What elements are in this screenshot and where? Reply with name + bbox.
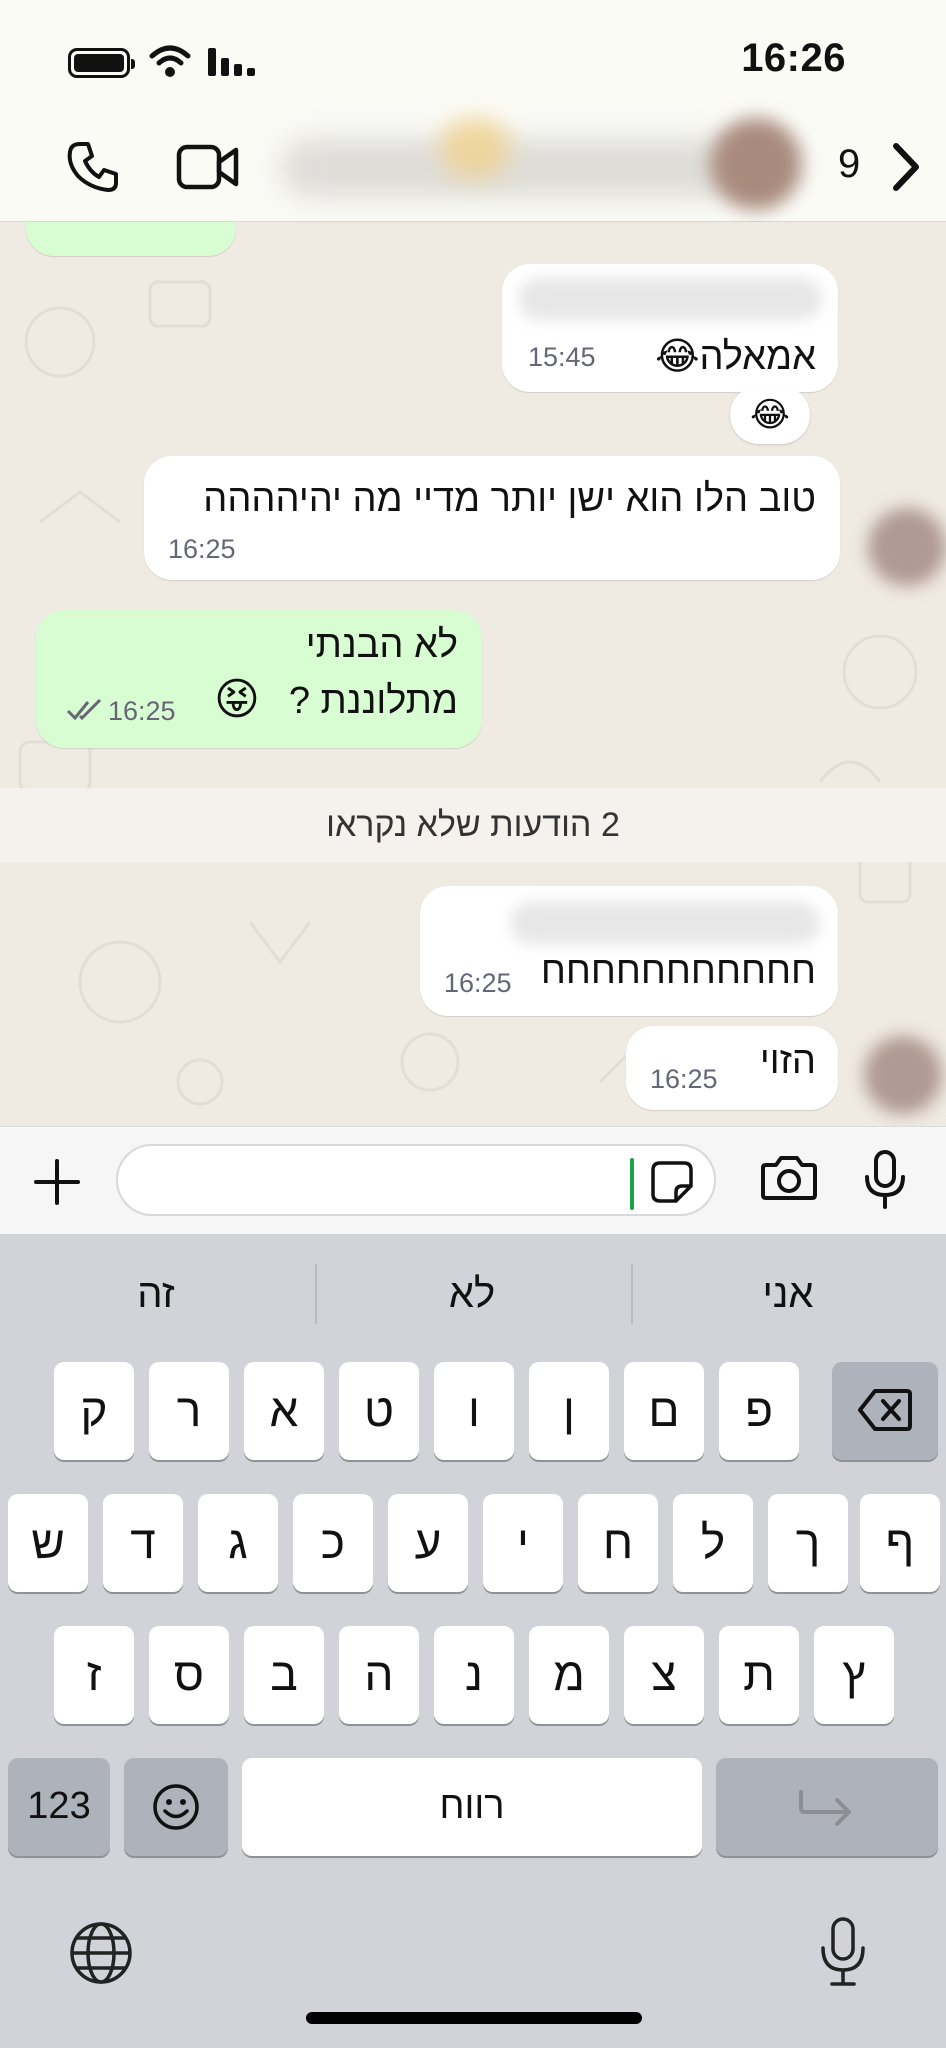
- key[interactable]: ל: [673, 1494, 753, 1592]
- message-input[interactable]: [116, 1144, 716, 1216]
- quoted-message-blurred: [510, 902, 820, 944]
- quoted-message-blurred: [518, 278, 822, 320]
- message-bubble-incoming[interactable]: חחחחחחחחחחח 16:25: [420, 886, 838, 1016]
- suggestion-item[interactable]: אני: [688, 1272, 888, 1317]
- key[interactable]: ר: [149, 1362, 229, 1460]
- sender-avatar[interactable]: [864, 1036, 942, 1114]
- cellular-signal-icon: [208, 48, 255, 76]
- key[interactable]: ה: [339, 1626, 419, 1724]
- backspace-icon: [858, 1389, 912, 1431]
- contact-name-blurred[interactable]: [280, 138, 740, 198]
- key[interactable]: ת: [719, 1626, 799, 1724]
- unread-messages-banner: 2 הודעות שלא נקראו: [0, 788, 946, 862]
- message-time: 15:45: [528, 342, 596, 372]
- key[interactable]: נ: [434, 1626, 514, 1724]
- message-time: 16:25: [444, 968, 512, 998]
- key[interactable]: ט: [339, 1362, 419, 1460]
- globe-icon[interactable]: [68, 1920, 134, 1986]
- message-bubble-incoming[interactable]: טוב הלו הוא ישן יותר מדיי מה יהיהההה 16:…: [144, 456, 840, 580]
- key[interactable]: כ: [293, 1494, 373, 1592]
- key[interactable]: א: [244, 1362, 324, 1460]
- message-reaction[interactable]: 😂: [730, 386, 810, 444]
- contact-avatar[interactable]: [710, 118, 802, 210]
- key[interactable]: ו: [434, 1362, 514, 1460]
- key[interactable]: ב: [244, 1626, 324, 1724]
- plus-icon[interactable]: [34, 1159, 80, 1205]
- message-emoji: 😝: [214, 675, 260, 724]
- message-composer: [0, 1126, 946, 1234]
- return-arrow-icon: [799, 1790, 851, 1826]
- key[interactable]: פ: [719, 1362, 799, 1460]
- battery-icon: [68, 48, 135, 78]
- backspace-key[interactable]: [832, 1362, 938, 1460]
- video-call-icon[interactable]: [176, 144, 240, 190]
- key[interactable]: ז: [54, 1626, 134, 1724]
- key[interactable]: ע: [388, 1494, 468, 1592]
- message-time: 16:25: [650, 1064, 718, 1094]
- predictive-suggestions: זה לא אני: [0, 1234, 946, 1346]
- key[interactable]: ח: [578, 1494, 658, 1592]
- suggestion-item[interactable]: לא: [372, 1272, 572, 1317]
- message-bubble-outgoing-partial[interactable]: [26, 222, 236, 256]
- message-bubble-incoming[interactable]: אמאלה😂 15:45: [502, 264, 838, 392]
- chat-messages[interactable]: אמאלה😂 15:45 😂 טוב הלו הוא ישן יותר מדיי…: [0, 222, 946, 1126]
- phone-call-icon[interactable]: [66, 140, 120, 194]
- message-time: 16:25: [168, 534, 236, 564]
- key[interactable]: ס: [149, 1626, 229, 1724]
- emoji-key[interactable]: [124, 1758, 228, 1856]
- key[interactable]: ך: [768, 1494, 848, 1592]
- key[interactable]: ש: [8, 1494, 88, 1592]
- message-text-line1: לא הבנתי: [305, 624, 458, 666]
- message-time: 16:25: [108, 696, 176, 726]
- unread-messages-text: 2 הודעות שלא נקראו: [326, 806, 620, 844]
- wifi-icon: [149, 45, 191, 77]
- return-key[interactable]: [716, 1758, 938, 1856]
- sticker-icon[interactable]: [650, 1160, 694, 1204]
- microphone-icon[interactable]: [862, 1149, 908, 1211]
- text-cursor: [630, 1158, 634, 1210]
- suggestion-divider: [631, 1264, 633, 1324]
- key[interactable]: ם: [624, 1362, 704, 1460]
- back-chevron-icon[interactable]: [888, 140, 924, 194]
- emoji-icon: [153, 1784, 199, 1830]
- unread-chats-count[interactable]: 9: [838, 142, 860, 187]
- key[interactable]: ן: [529, 1362, 609, 1460]
- suggestion-divider: [315, 1264, 317, 1324]
- key[interactable]: ק: [54, 1362, 134, 1460]
- message-text: חחחחחחחחחחח: [540, 950, 816, 992]
- message-bubble-outgoing[interactable]: לא הבנתי מתלוננת ? 😝 16:25: [36, 610, 482, 748]
- numbers-key[interactable]: 123: [8, 1758, 110, 1856]
- dictation-microphone-icon[interactable]: [818, 1916, 868, 1988]
- camera-icon[interactable]: [760, 1153, 818, 1201]
- key[interactable]: ג: [198, 1494, 278, 1592]
- suggestion-item[interactable]: זה: [56, 1272, 256, 1317]
- status-time: 16:26: [741, 36, 846, 80]
- message-text: אמאלה😂: [655, 336, 816, 378]
- key[interactable]: מ: [529, 1626, 609, 1724]
- key[interactable]: ד: [103, 1494, 183, 1592]
- key[interactable]: י: [483, 1494, 563, 1592]
- home-indicator: [306, 2012, 642, 2024]
- message-bubble-incoming[interactable]: הזוי 16:25: [626, 1026, 838, 1110]
- keyboard: זה לא אני ק ר א ט ו ן ם פ ש ד ג כ ע י ח …: [0, 1234, 946, 2048]
- read-receipt-icon: [66, 698, 102, 721]
- key[interactable]: ף: [860, 1494, 940, 1592]
- sender-avatar[interactable]: [868, 508, 946, 586]
- space-key[interactable]: רווח: [242, 1758, 702, 1856]
- message-text: הזוי: [759, 1040, 816, 1082]
- message-text-line2: מתלוננת ?: [288, 680, 458, 722]
- message-text: טוב הלו הוא ישן יותר מדיי מה יהיהההה: [203, 478, 816, 520]
- key[interactable]: ץ: [814, 1626, 894, 1724]
- key[interactable]: צ: [624, 1626, 704, 1724]
- contact-emoji-blurred: [440, 118, 510, 178]
- chat-header: 16:26 9: [0, 0, 946, 222]
